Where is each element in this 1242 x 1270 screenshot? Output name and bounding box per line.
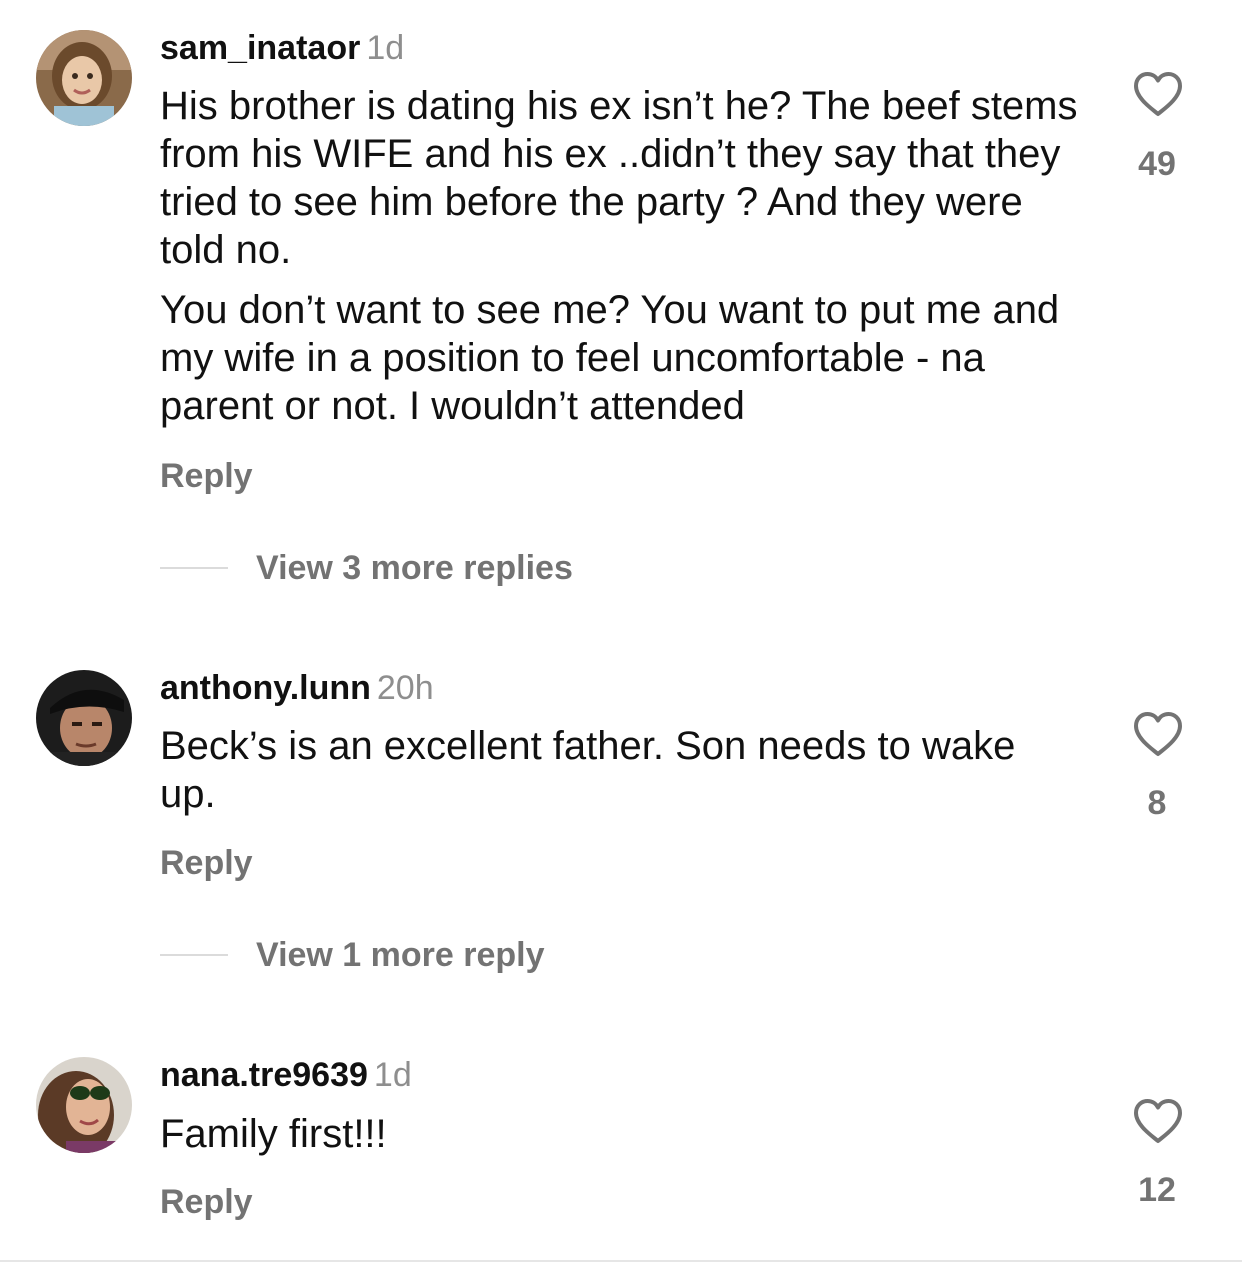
timestamp: 1d [373,1056,412,1094]
comment-paragraph: Family first!!! [160,1112,387,1156]
view-more-replies-label: View 3 more replies [256,549,573,587]
avatar-photo-child [36,30,132,126]
timestamp: 1d [366,29,405,67]
replies-divider-line [160,567,228,569]
like-count: 8 [1147,784,1167,822]
username[interactable]: nana.tre9639 [160,1056,368,1094]
reply-button[interactable]: Reply [160,843,253,883]
view-more-replies-button[interactable]: View 1 more reply [160,935,545,975]
reply-button[interactable]: Reply [160,1182,253,1222]
comment-text: Family first!!! [160,1110,1080,1158]
view-more-replies-label: View 1 more reply [256,936,545,974]
user-avatar[interactable] [36,30,132,126]
comment-paragraph: Beck’s is an excellent father. Son needs… [160,724,1016,816]
like-count: 49 [1138,145,1176,183]
avatar-photo-woman-sunglasses [36,1057,132,1153]
username[interactable]: anthony.lunn [160,669,371,707]
user-avatar[interactable] [36,670,132,766]
view-more-replies-button[interactable]: View 3 more replies [160,548,573,588]
comment-header: nana.tre9639 1d [160,1055,412,1095]
replies-divider-line [160,954,228,956]
heart-outline-icon[interactable] [1132,1097,1184,1145]
avatar-photo-man-cap [36,670,132,766]
like-count: 12 [1138,1171,1176,1209]
heart-outline-icon[interactable] [1132,70,1184,118]
comment-text: Beck’s is an excellent father. Son needs… [160,722,1080,818]
comment-paragraph: His brother is dating his ex isn’t he? T… [160,84,1078,272]
heart-outline-icon[interactable] [1132,710,1184,758]
comment-header: sam_inataor 1d [160,28,404,68]
timestamp: 20h [376,669,434,707]
bottom-divider [0,1260,1242,1262]
user-avatar[interactable] [36,1057,132,1153]
reply-button[interactable]: Reply [160,456,253,496]
username[interactable]: sam_inataor [160,29,360,67]
comment-text: His brother is dating his ex isn’t he? T… [160,82,1080,430]
comment-header: anthony.lunn 20h [160,668,434,708]
comment-paragraph: You don’t want to see me? You want to pu… [160,288,1060,428]
